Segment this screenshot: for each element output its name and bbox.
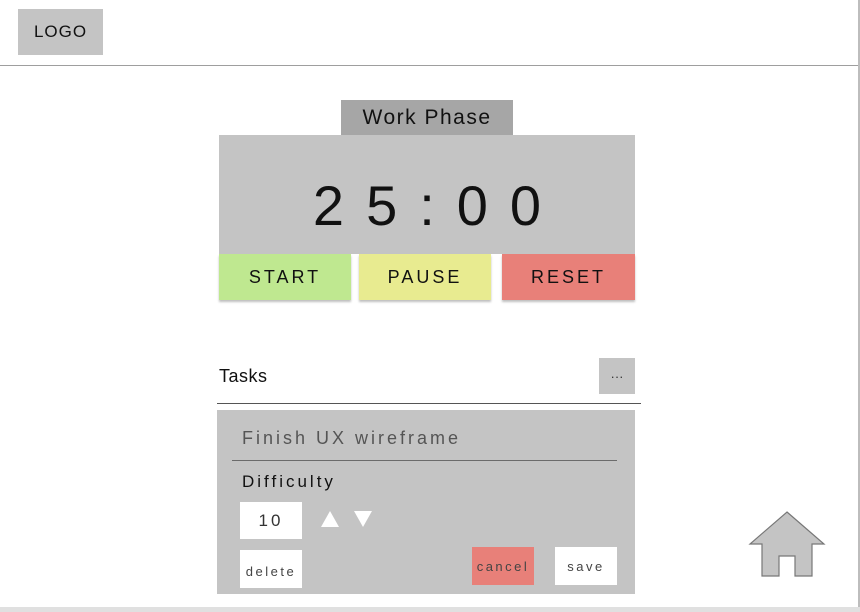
task-title-field[interactable]: Finish UX wireframe — [242, 428, 461, 449]
ellipsis-icon: ··· — [610, 368, 624, 384]
start-button[interactable]: START — [219, 254, 351, 300]
home-icon[interactable] — [748, 510, 826, 578]
difficulty-value: 10 — [258, 510, 284, 530]
pause-button[interactable]: PAUSE — [359, 254, 491, 300]
cancel-button[interactable]: cancel — [472, 547, 534, 585]
task-title-underline — [232, 460, 617, 461]
bottom-border — [0, 607, 860, 612]
delete-button[interactable]: delete — [240, 550, 302, 588]
save-button-label: save — [567, 558, 605, 574]
tasks-divider — [217, 403, 641, 404]
save-button[interactable]: save — [555, 547, 617, 585]
start-button-label: START — [248, 266, 322, 287]
logo-label: LOGO — [33, 22, 88, 41]
difficulty-label: Difficulty — [242, 472, 336, 491]
timer-panel: 25:00 — [219, 135, 635, 254]
task-card: Finish UX wireframe Difficulty 10 delete… — [217, 410, 635, 594]
phase-label-text: Work Phase — [362, 105, 492, 129]
difficulty-input[interactable]: 10 — [240, 502, 302, 539]
app-page: LOGO Work Phase 25:00 START PAUSE RESET … — [0, 0, 860, 612]
logo[interactable]: LOGO — [18, 9, 103, 55]
reset-button[interactable]: RESET — [502, 254, 635, 300]
delete-button-label: delete — [245, 563, 297, 579]
pause-button-label: PAUSE — [387, 266, 463, 287]
tasks-heading: Tasks — [219, 366, 268, 386]
increment-arrow-icon[interactable] — [321, 511, 339, 527]
decrement-arrow-icon[interactable] — [354, 511, 372, 527]
more-options-button[interactable]: ··· — [599, 358, 635, 394]
cancel-button-label: cancel — [476, 558, 530, 574]
timer-display: 25:00 — [312, 174, 564, 237]
phase-label: Work Phase — [341, 100, 513, 135]
header-divider — [0, 65, 858, 66]
reset-button-label: RESET — [530, 266, 606, 287]
